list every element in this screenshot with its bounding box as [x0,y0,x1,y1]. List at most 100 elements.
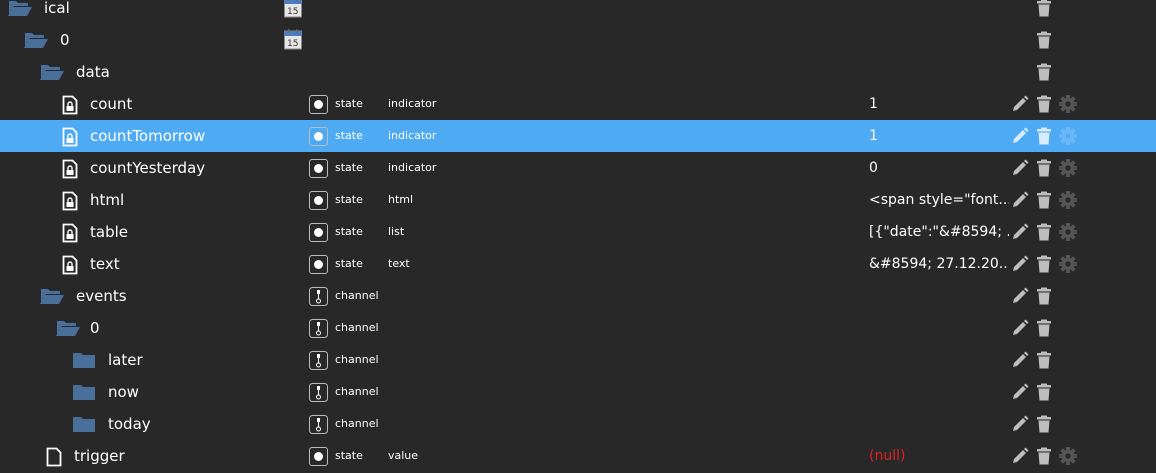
row-name: text [90,255,120,273]
row-type: channel [335,417,379,430]
row-role: indicator [388,97,437,110]
row-role: value [388,449,419,462]
tree-row-countTomorrow[interactable]: countTomorrow state indicator 1 [0,120,1156,152]
tree-row-data[interactable]: data [0,56,1156,88]
edit-icon[interactable] [1011,319,1029,337]
trash-icon[interactable] [1035,223,1053,241]
row-name: ical [44,0,70,17]
locked-file-icon[interactable] [62,127,78,151]
folder-closed-icon[interactable] [72,415,96,437]
trash-icon[interactable] [1035,415,1053,433]
edit-icon[interactable] [1011,95,1029,113]
file-icon[interactable] [46,447,62,471]
tree-row-0[interactable]: 0 channel [0,312,1156,344]
trash-icon[interactable] [1035,319,1053,337]
locked-file-icon[interactable] [62,159,78,183]
locked-file-icon[interactable] [62,191,78,215]
row-value[interactable]: 1 [869,96,1009,113]
gear-icon[interactable] [1059,191,1077,209]
folder-open-icon[interactable] [8,0,32,21]
gear-icon[interactable] [1059,447,1077,465]
tree-row-ical[interactable]: ical 15 [0,0,1156,24]
trash-icon[interactable] [1035,287,1053,305]
row-type: state [335,97,363,110]
trash-icon[interactable] [1035,383,1053,401]
tree-row-count[interactable]: count state indicator 1 [0,88,1156,120]
edit-icon[interactable] [1011,223,1029,241]
folder-closed-icon[interactable] [72,383,96,405]
row-type: state [335,449,363,462]
folder-open-icon[interactable] [40,287,64,309]
edit-icon[interactable] [1011,287,1029,305]
folder-closed-icon[interactable] [72,351,96,373]
tree-row-countYesterday[interactable]: countYesterday state indicator 0 [0,152,1156,184]
row-name: 0 [60,31,70,49]
state-icon [309,159,328,178]
gear-icon[interactable] [1059,159,1077,177]
tree-row-table[interactable]: table state list [{"date":"&#8594; ... [0,216,1156,248]
row-value[interactable]: [{"date":"&#8594; ... [869,224,1009,241]
state-icon [309,255,328,274]
tree-row-0[interactable]: 0 15 [0,24,1156,56]
row-type: state [335,257,363,270]
trash-icon[interactable] [1035,31,1053,49]
row-type: channel [335,321,379,334]
folder-open-icon[interactable] [56,319,80,341]
gear-icon[interactable] [1059,95,1077,113]
gear-icon[interactable] [1059,223,1077,241]
edit-icon[interactable] [1011,127,1029,145]
trash-icon[interactable] [1035,191,1053,209]
tree-row-html[interactable]: html state html <span style="font... [0,184,1156,216]
row-name: now [108,383,139,401]
trash-icon[interactable] [1035,351,1053,369]
state-icon [309,223,328,242]
state-icon [309,447,328,466]
tree-row-events[interactable]: events channel [0,280,1156,312]
trash-icon[interactable] [1035,127,1053,145]
trash-icon[interactable] [1035,95,1053,113]
row-name: 0 [90,319,100,337]
folder-open-icon[interactable] [40,63,64,85]
row-name: table [90,223,128,241]
edit-icon[interactable] [1011,415,1029,433]
edit-icon[interactable] [1011,159,1029,177]
row-name: countYesterday [90,159,206,177]
calendar-icon: 15 [284,28,302,50]
tree-row-trigger[interactable]: trigger state value (null) [0,440,1156,472]
tree-row-later[interactable]: later channel [0,344,1156,376]
tree-row-text[interactable]: text state text &#8594; 27.12.20... [0,248,1156,280]
svg-text:15: 15 [287,39,298,49]
edit-icon[interactable] [1011,383,1029,401]
trash-icon[interactable] [1035,159,1053,177]
row-value[interactable]: <span style="font... [869,192,1009,209]
row-type: state [335,225,363,238]
tree-row-now[interactable]: now channel [0,376,1156,408]
trash-icon[interactable] [1035,447,1053,465]
row-name: count [90,95,133,113]
trash-icon[interactable] [1035,255,1053,273]
trash-icon[interactable] [1035,0,1053,17]
edit-icon[interactable] [1011,255,1029,273]
gear-icon[interactable] [1059,255,1077,273]
row-value[interactable]: 0 [869,160,1009,177]
row-value[interactable]: &#8594; 27.12.20... [869,256,1009,273]
tree-row-today[interactable]: today channel [0,408,1156,440]
folder-open-icon[interactable] [24,31,48,53]
row-name: events [76,287,127,305]
state-icon [309,191,328,210]
row-name: trigger [74,447,125,465]
row-role: list [388,225,405,238]
row-type: state [335,193,363,206]
locked-file-icon[interactable] [62,255,78,279]
row-type: channel [335,385,379,398]
row-name: today [108,415,151,433]
trash-icon[interactable] [1035,63,1053,81]
edit-icon[interactable] [1011,447,1029,465]
row-value[interactable]: 1 [869,128,1009,145]
edit-icon[interactable] [1011,191,1029,209]
locked-file-icon[interactable] [62,95,78,119]
row-value[interactable]: (null) [869,448,1009,465]
locked-file-icon[interactable] [62,223,78,247]
gear-icon[interactable] [1059,127,1077,145]
edit-icon[interactable] [1011,351,1029,369]
